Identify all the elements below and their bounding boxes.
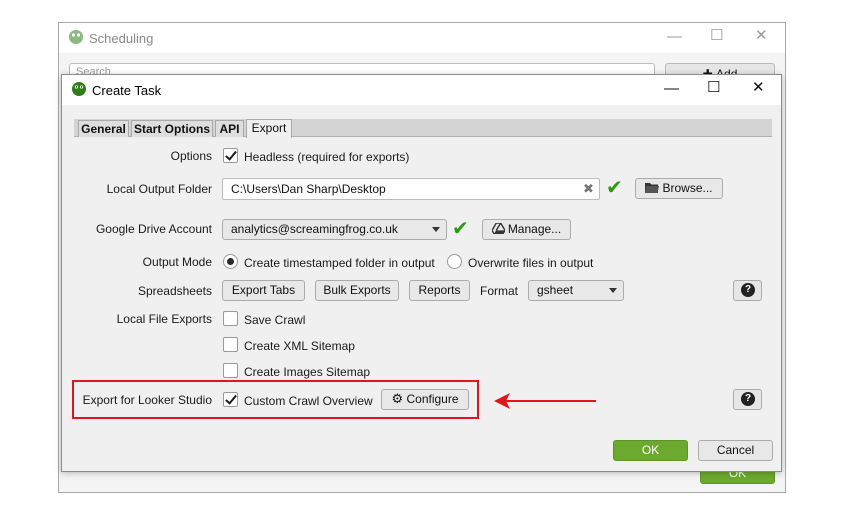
maximize-icon[interactable]: ☐: [710, 26, 723, 44]
scheduling-title: Scheduling: [89, 31, 154, 46]
images-sitemap-label: Create Images Sitemap: [244, 365, 371, 379]
overwrite-files-radio[interactable]: [447, 254, 462, 269]
folder-icon: [645, 183, 660, 193]
browse-button[interactable]: Browse...: [635, 178, 723, 199]
drive-account-label: Google Drive Account: [95, 222, 212, 236]
drive-account-value: analytics@screamingfrog.co.uk: [231, 222, 398, 236]
reports-button[interactable]: Reports: [409, 280, 470, 301]
output-folder-input[interactable]: C:\Users\Dan Sharp\Desktop: [222, 178, 600, 200]
close-icon[interactable]: ✕: [752, 78, 765, 96]
folder-valid-check-icon: ✔: [606, 177, 623, 199]
spreadsheets-help-button[interactable]: ?: [733, 280, 762, 301]
drive-valid-check-icon: ✔: [452, 218, 469, 240]
images-sitemap-checkbox[interactable]: [223, 363, 238, 378]
drive-account-select[interactable]: analytics@screamingfrog.co.uk: [222, 219, 447, 240]
minimize-icon[interactable]: —: [667, 28, 682, 45]
format-value: gsheet: [537, 283, 574, 297]
help-icon: ?: [741, 283, 755, 297]
tab-export[interactable]: Export: [246, 119, 292, 138]
output-folder-value: C:\Users\Dan Sharp\Desktop: [231, 182, 386, 196]
chevron-down-icon: [432, 227, 440, 232]
output-folder-label: Local Output Folder: [106, 182, 212, 196]
local-file-exports-label: Local File Exports: [116, 312, 212, 326]
frog-logo-icon: [72, 82, 86, 96]
export-tabs-button[interactable]: Export Tabs: [222, 280, 305, 301]
chevron-down-icon: [609, 288, 617, 293]
close-icon[interactable]: ✕: [755, 26, 768, 44]
tab-api[interactable]: API: [215, 120, 244, 137]
tab-bar: General Start Options API Export: [74, 119, 772, 138]
scheduling-title-bar: Scheduling — ☐ ✕: [59, 23, 785, 53]
headless-label: Headless (required for exports): [244, 150, 410, 164]
frog-logo-icon: [69, 30, 83, 44]
bulk-exports-button[interactable]: Bulk Exports: [315, 280, 399, 301]
xml-sitemap-label: Create XML Sitemap: [244, 339, 355, 353]
save-crawl-checkbox[interactable]: [223, 311, 238, 326]
cancel-button[interactable]: Cancel: [698, 440, 773, 461]
looker-help-button[interactable]: ?: [733, 389, 762, 410]
output-mode-label: Output Mode: [142, 255, 212, 269]
format-select[interactable]: gsheet: [528, 280, 624, 301]
overwrite-files-label: Overwrite files in output: [468, 256, 594, 270]
tab-start-options[interactable]: Start Options: [131, 120, 213, 137]
highlight-box: [72, 380, 479, 419]
spreadsheets-label: Spreadsheets: [137, 284, 212, 298]
manage-button[interactable]: Manage...: [482, 219, 571, 240]
dialog-title-bar: Create Task — ☐ ✕: [62, 75, 781, 105]
browse-label: Browse...: [662, 181, 713, 195]
dialog-title: Create Task: [92, 83, 162, 98]
format-label: Format: [480, 284, 519, 298]
google-drive-icon: [490, 222, 506, 235]
save-crawl-label: Save Crawl: [244, 313, 306, 327]
minimize-icon[interactable]: —: [664, 80, 679, 97]
help-icon: ?: [741, 392, 755, 406]
manage-label: Manage...: [507, 222, 562, 236]
ok-button[interactable]: OK: [613, 440, 688, 461]
options-label: Options: [170, 149, 212, 163]
xml-sitemap-checkbox[interactable]: [223, 337, 238, 352]
headless-checkbox[interactable]: [223, 148, 238, 163]
timestamped-folder-label: Create timestamped folder in output: [244, 256, 435, 270]
clear-icon[interactable]: ✖: [583, 181, 594, 197]
pointer-arrow-icon: [494, 393, 596, 409]
maximize-icon[interactable]: ☐: [707, 78, 720, 96]
timestamped-folder-radio[interactable]: [223, 254, 238, 269]
tab-general[interactable]: General: [78, 120, 129, 137]
